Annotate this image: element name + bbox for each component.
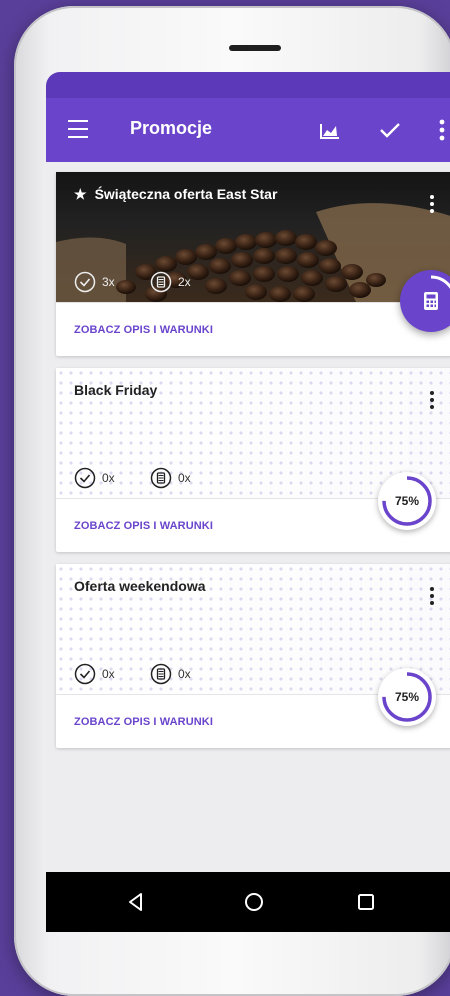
promotion-title: Oferta weekendowa <box>74 578 206 594</box>
promotion-title: Black Friday <box>74 382 158 398</box>
promotion-card[interactable]: Oferta weekendowa 0x 0x ZOBACZ OPIS I WA… <box>56 564 450 748</box>
promotion-title: ★ Świąteczna oferta East Star <box>74 186 278 202</box>
calculator-circle-icon <box>150 663 172 685</box>
more-vert-icon[interactable] <box>422 192 442 216</box>
calc-count: 2x <box>178 275 191 289</box>
calculator-circle-icon <box>150 271 172 293</box>
phone-frame: Promocje ★ Świąteczna oferta East Star 3… <box>14 6 450 996</box>
calc-stat: 2x <box>150 270 191 294</box>
more-vert-icon[interactable] <box>422 388 442 412</box>
home-icon[interactable] <box>240 888 268 916</box>
confirmed-count: 0x <box>102 667 115 681</box>
check-circle-icon <box>74 467 96 489</box>
confirmed-stat: 3x <box>74 270 115 294</box>
more-vert-icon[interactable] <box>426 114 450 146</box>
phone-speaker <box>229 45 281 51</box>
see-terms-link[interactable]: ZOBACZ OPIS I WARUNKI <box>74 520 213 532</box>
confirmed-stat: 0x <box>74 662 115 686</box>
check-circle-icon <box>74 271 96 293</box>
see-terms-link[interactable]: ZOBACZ OPIS I WARUNKI <box>74 324 213 336</box>
promotion-card[interactable]: ★ Świąteczna oferta East Star 3x 2x ZOBA… <box>56 172 450 356</box>
page-title: Promocje <box>130 118 213 138</box>
progress-percent: 75% <box>394 690 420 704</box>
system-nav-bar <box>46 872 450 932</box>
app-bar: Promocje <box>46 98 450 162</box>
check-icon[interactable] <box>374 114 406 146</box>
calculator-circle-icon <box>150 467 172 489</box>
status-bar <box>46 72 450 98</box>
progress-gauge: 75% <box>378 472 436 530</box>
more-vert-icon[interactable] <box>422 584 442 608</box>
chart-icon[interactable] <box>314 114 346 146</box>
see-terms-link[interactable]: ZOBACZ OPIS I WARUNKI <box>74 716 213 728</box>
calc-stat: 0x <box>150 466 191 490</box>
back-icon[interactable] <box>122 888 150 916</box>
progress-percent: 75% <box>394 494 420 508</box>
menu-icon[interactable] <box>68 120 88 138</box>
calculator-icon <box>424 292 438 310</box>
calc-count: 0x <box>178 667 191 681</box>
app-screen: Promocje ★ Świąteczna oferta East Star 3… <box>46 72 450 932</box>
calculator-fab-button[interactable] <box>400 270 450 332</box>
calc-count: 0x <box>178 471 191 485</box>
confirmed-count: 3x <box>102 275 115 289</box>
confirmed-stat: 0x <box>74 466 115 490</box>
confirmed-count: 0x <box>102 471 115 485</box>
star-icon: ★ <box>74 186 87 202</box>
calc-stat: 0x <box>150 662 191 686</box>
fab-progress-ring <box>405 275 450 327</box>
progress-gauge: 75% <box>378 668 436 726</box>
promotion-card[interactable]: Black Friday 0x 0x ZOBACZ OPIS I WARUNKI… <box>56 368 450 552</box>
recent-apps-icon[interactable] <box>352 888 380 916</box>
divider <box>56 302 450 303</box>
check-circle-icon <box>74 663 96 685</box>
